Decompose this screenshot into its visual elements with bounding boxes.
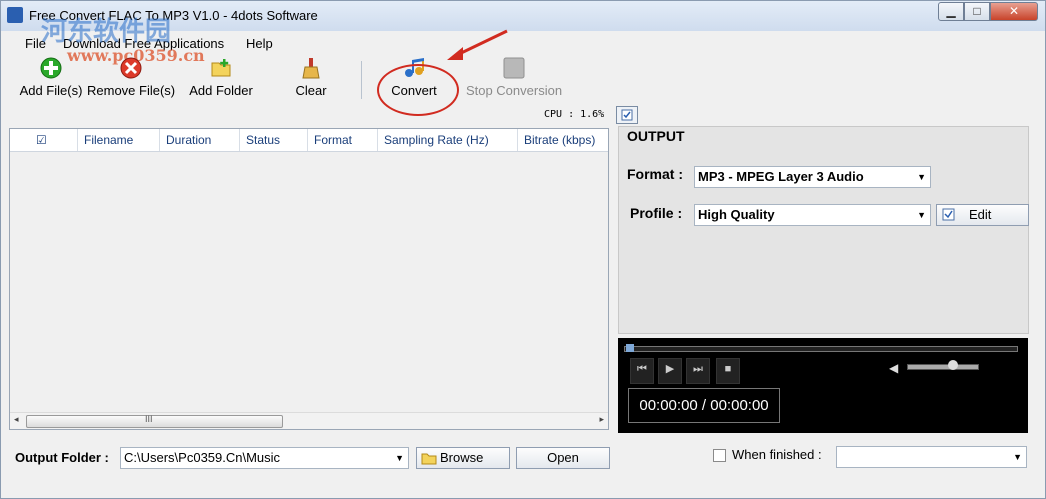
column-sampling-rate[interactable]: Sampling Rate (Hz): [378, 129, 518, 151]
horizontal-scrollbar[interactable]: ◂ III ▸: [10, 412, 608, 429]
remove-files-label: Remove File(s): [87, 83, 176, 98]
format-value: MP3 - MPEG Layer 3 Audio: [698, 169, 864, 184]
cpu-usage: CPU : 1.6%: [544, 109, 605, 120]
add-folder-button[interactable]: Add Folder: [185, 57, 257, 101]
browse-label: Browse: [440, 450, 484, 465]
broom-icon: [302, 58, 320, 79]
column-status[interactable]: Status: [240, 129, 308, 151]
column-duration[interactable]: Duration: [160, 129, 240, 151]
stop-conversion-label: Stop Conversion: [465, 83, 563, 98]
checklist-icon: [621, 109, 633, 121]
add-files-button[interactable]: Add File(s): [17, 57, 85, 101]
edit-profile-button[interactable]: Edit: [936, 204, 1029, 226]
output-title: OUTPUT: [627, 128, 685, 144]
scroll-grip: III: [145, 414, 153, 424]
browse-button[interactable]: Browse: [416, 447, 510, 469]
edit-label: Edit: [969, 207, 992, 222]
when-finished-select[interactable]: ▼: [836, 446, 1027, 468]
output-folder-value: C:\Users\Pc0359.Cn\Music: [124, 450, 281, 465]
open-button[interactable]: Open: [516, 447, 610, 469]
stop-playback-icon[interactable]: ■: [716, 358, 740, 384]
app-window: Free Convert FLAC To MP3 V1.0 - 4dots So…: [0, 0, 1046, 499]
add-folder-label: Add Folder: [189, 83, 253, 98]
volume-knob[interactable]: [947, 360, 958, 370]
toolbar-separator: [361, 61, 362, 99]
clear-button[interactable]: Clear: [291, 57, 331, 101]
remove-files-button[interactable]: Remove File(s): [87, 57, 175, 101]
file-list[interactable]: ☑ Filename Duration Status Format Sampli…: [9, 128, 609, 430]
play-icon[interactable]: ▶: [658, 358, 682, 384]
folder-add-icon: [211, 59, 231, 77]
chevron-down-icon: ▼: [395, 453, 404, 463]
when-finished-checkbox[interactable]: [713, 449, 726, 462]
select-all-checkbox[interactable]: ☑: [10, 129, 78, 151]
menu-help[interactable]: Help: [246, 36, 273, 51]
when-finished-label: When finished :: [732, 447, 822, 462]
column-format[interactable]: Format: [308, 129, 378, 151]
checklist-icon: [942, 208, 955, 221]
app-icon: [7, 7, 23, 23]
volume-icon[interactable]: ◀: [889, 361, 898, 375]
annotation-arrow-icon: [447, 29, 508, 60]
previous-icon[interactable]: ⏮: [630, 358, 654, 384]
remove-icon: [120, 57, 142, 79]
chevron-down-icon: ▼: [1013, 452, 1022, 462]
profile-value: High Quality: [698, 207, 775, 222]
scroll-right-icon[interactable]: ▸: [599, 414, 604, 425]
close-button[interactable]: ✕: [990, 2, 1038, 21]
scroll-thumb[interactable]: III: [26, 414, 283, 428]
seek-thumb[interactable]: [626, 344, 634, 352]
folder-icon: [421, 453, 437, 465]
output-panel: OUTPUT Format : MP3 - MPEG Layer 3 Audio…: [618, 126, 1029, 334]
maximize-button[interactable]: □: [964, 2, 990, 21]
profile-label: Profile :: [630, 205, 683, 221]
chevron-down-icon: ▼: [917, 172, 926, 182]
add-files-label: Add File(s): [19, 83, 83, 98]
scroll-left-icon[interactable]: ◂: [14, 414, 19, 425]
media-player: ⏮ ▶ ⏭ ■ ◀ 00:00:00 / 00:00:00: [618, 338, 1028, 433]
chevron-down-icon: ▼: [917, 210, 926, 220]
next-icon[interactable]: ⏭: [686, 358, 710, 384]
volume-slider[interactable]: [907, 364, 979, 370]
output-folder-select[interactable]: C:\Users\Pc0359.Cn\Music ▼: [120, 447, 409, 469]
annotation-circle: [377, 64, 459, 116]
column-filename[interactable]: Filename: [78, 129, 160, 151]
seek-bar[interactable]: [624, 346, 1018, 352]
watermark-logo: 河东软件园: [41, 17, 172, 47]
column-bitrate[interactable]: Bitrate (kbps): [518, 129, 608, 151]
output-folder-label: Output Folder :: [15, 450, 109, 465]
file-list-header: ☑ Filename Duration Status Format Sampli…: [10, 129, 608, 152]
clear-label: Clear: [295, 83, 327, 98]
cpu-toggle-button[interactable]: [616, 106, 638, 124]
minimize-button[interactable]: ▁: [938, 2, 964, 21]
time-display: 00:00:00 / 00:00:00: [628, 388, 780, 423]
format-label: Format :: [627, 166, 683, 182]
profile-select[interactable]: High Quality ▼: [694, 204, 931, 226]
add-icon: [40, 57, 62, 79]
format-select[interactable]: MP3 - MPEG Layer 3 Audio ▼: [694, 166, 931, 188]
